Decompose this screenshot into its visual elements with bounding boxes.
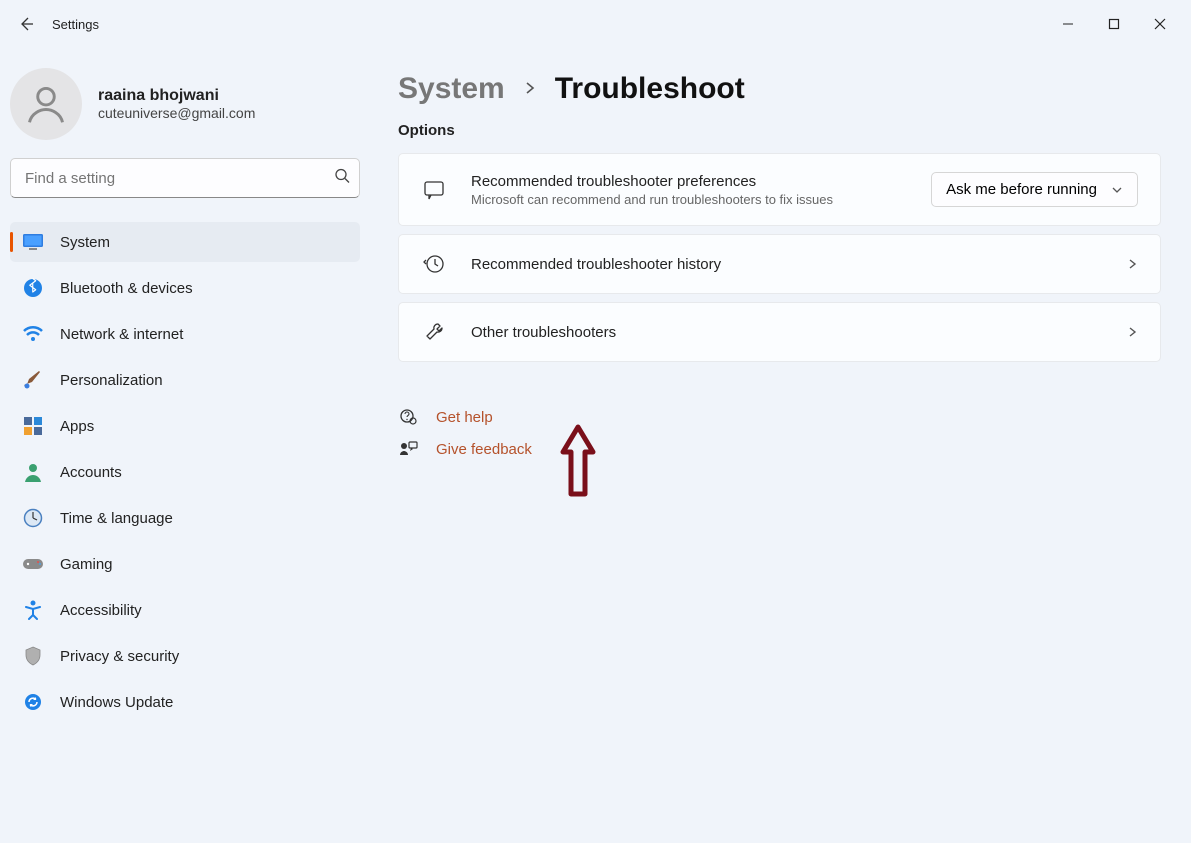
search-wrapper: [10, 158, 360, 198]
sidebar: raaina bhojwani cuteuniverse@gmail.com S…: [0, 48, 370, 843]
link-give-feedback[interactable]: Give feedback: [398, 440, 1161, 458]
sidebar-item-time-language[interactable]: Time & language: [10, 498, 360, 538]
sidebar-item-label: Network & internet: [60, 326, 183, 343]
search-input[interactable]: [10, 158, 360, 198]
chevron-right-icon: [523, 78, 537, 101]
chat-icon: [421, 179, 447, 201]
sidebar-item-bluetooth[interactable]: Bluetooth & devices: [10, 268, 360, 308]
maximize-icon: [1108, 18, 1120, 30]
card-other-troubleshooters[interactable]: Other troubleshooters: [398, 302, 1161, 362]
card-troubleshooter-preferences[interactable]: Recommended troubleshooter preferences M…: [398, 153, 1161, 226]
history-icon: [421, 253, 447, 275]
sidebar-item-label: Bluetooth & devices: [60, 280, 193, 297]
sidebar-item-windows-update[interactable]: Windows Update: [10, 682, 360, 722]
sidebar-item-label: Privacy & security: [60, 648, 179, 665]
sidebar-item-personalization[interactable]: Personalization: [10, 360, 360, 400]
sidebar-item-label: Accessibility: [60, 602, 142, 619]
breadcrumb: System Troubleshoot: [398, 72, 1161, 106]
help-icon: [398, 408, 418, 426]
card-title: Recommended troubleshooter history: [471, 256, 1102, 273]
sidebar-item-system[interactable]: System: [10, 222, 360, 262]
card-title: Recommended troubleshooter preferences: [471, 173, 907, 190]
back-arrow-icon: [18, 16, 34, 32]
sidebar-item-privacy[interactable]: Privacy & security: [10, 636, 360, 676]
link-text: Give feedback: [436, 441, 532, 458]
back-button[interactable]: [8, 6, 44, 42]
link-text: Get help: [436, 409, 493, 426]
shield-icon: [22, 645, 44, 667]
close-icon: [1154, 18, 1166, 30]
search-button[interactable]: [334, 168, 350, 189]
minimize-button[interactable]: [1045, 8, 1091, 40]
close-button[interactable]: [1137, 8, 1183, 40]
sidebar-item-label: Windows Update: [60, 694, 173, 711]
main-content: System Troubleshoot Options Recommended …: [370, 48, 1191, 843]
section-title: Options: [398, 122, 1161, 139]
accessibility-icon: [22, 599, 44, 621]
sidebar-item-gaming[interactable]: Gaming: [10, 544, 360, 584]
link-get-help[interactable]: Get help: [398, 408, 1161, 426]
minimize-icon: [1062, 18, 1074, 30]
card-subtitle: Microsoft can recommend and run troubles…: [471, 192, 891, 207]
update-icon: [22, 691, 44, 713]
sidebar-item-label: Accounts: [60, 464, 122, 481]
apps-icon: [22, 415, 44, 437]
sidebar-item-accounts[interactable]: Accounts: [10, 452, 360, 492]
card-troubleshooter-history[interactable]: Recommended troubleshooter history: [398, 234, 1161, 294]
search-icon: [334, 168, 350, 184]
window-controls: [1045, 8, 1183, 40]
titlebar: Settings: [0, 0, 1191, 48]
sidebar-item-label: Apps: [60, 418, 94, 435]
sidebar-item-label: Time & language: [60, 510, 173, 527]
user-email: cuteuniverse@gmail.com: [98, 105, 255, 121]
page-title: Troubleshoot: [555, 72, 745, 106]
breadcrumb-parent[interactable]: System: [398, 72, 505, 106]
brush-icon: [22, 369, 44, 391]
wrench-icon: [421, 321, 447, 343]
sidebar-nav: System Bluetooth & devices Network & int…: [10, 222, 360, 722]
clock-icon: [22, 507, 44, 529]
user-name: raaina bhojwani: [98, 87, 255, 105]
avatar-icon: [24, 82, 68, 126]
dropdown-value: Ask me before running: [946, 181, 1097, 198]
feedback-icon: [398, 440, 418, 458]
bluetooth-icon: [22, 277, 44, 299]
wifi-icon: [22, 323, 44, 345]
chevron-right-icon: [1126, 326, 1138, 338]
sidebar-item-label: Personalization: [60, 372, 163, 389]
window-title: Settings: [52, 17, 99, 32]
monitor-icon: [22, 231, 44, 253]
sidebar-item-accessibility[interactable]: Accessibility: [10, 590, 360, 630]
card-title: Other troubleshooters: [471, 324, 1102, 341]
gamepad-icon: [22, 553, 44, 575]
sidebar-item-label: System: [60, 234, 110, 251]
sidebar-item-network[interactable]: Network & internet: [10, 314, 360, 354]
sidebar-item-label: Gaming: [60, 556, 113, 573]
avatar: [10, 68, 82, 140]
person-icon: [22, 461, 44, 483]
chevron-right-icon: [1126, 258, 1138, 270]
maximize-button[interactable]: [1091, 8, 1137, 40]
sidebar-item-apps[interactable]: Apps: [10, 406, 360, 446]
chevron-down-icon: [1111, 184, 1123, 196]
preferences-dropdown[interactable]: Ask me before running: [931, 172, 1138, 207]
user-profile[interactable]: raaina bhojwani cuteuniverse@gmail.com: [10, 64, 360, 158]
